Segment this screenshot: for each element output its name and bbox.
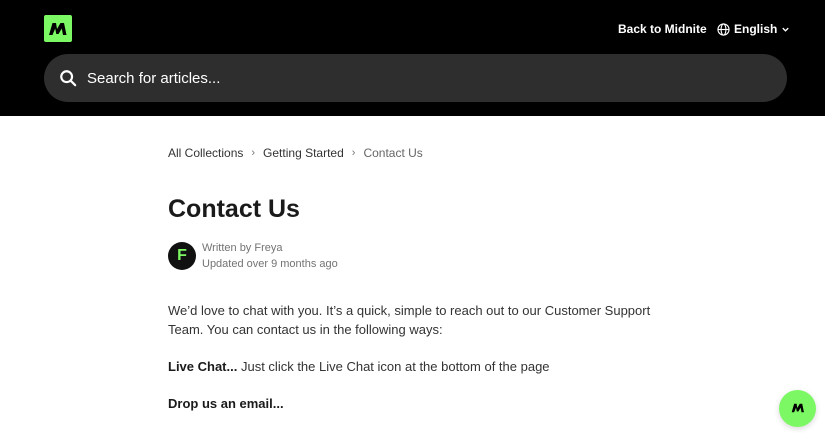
email-label: Drop us an email... xyxy=(168,396,284,411)
chevron-down-icon xyxy=(781,25,790,34)
globe-icon xyxy=(717,22,730,36)
email-paragraph: Drop us an email... xyxy=(168,394,668,413)
avatar: F xyxy=(168,242,196,270)
live-chat-paragraph: Live Chat... Just click the Live Chat ic… xyxy=(168,357,668,376)
intro-paragraph: We’d love to chat with you. It’s a quick… xyxy=(168,303,651,337)
language-selector[interactable]: English xyxy=(717,21,790,37)
live-chat-label: Live Chat... xyxy=(168,359,238,374)
breadcrumb-all-collections[interactable]: All Collections xyxy=(168,146,243,160)
breadcrumb-getting-started[interactable]: Getting Started xyxy=(263,146,344,160)
updated-text: Updated over 9 months ago xyxy=(202,258,338,270)
breadcrumb-separator: › xyxy=(351,147,356,159)
written-by-text: Written by Freya xyxy=(202,242,283,254)
article-body: We’d love to chat with you. It’s a quick… xyxy=(168,301,668,431)
site-header: Back to Midnite English xyxy=(0,0,825,116)
live-chat-button[interactable] xyxy=(779,390,816,427)
search-input[interactable] xyxy=(87,69,787,87)
breadcrumb-separator: › xyxy=(251,147,256,159)
breadcrumb-current: Contact Us xyxy=(363,146,423,160)
language-label: English xyxy=(734,22,778,36)
back-to-midnite-link[interactable]: Back to Midnite xyxy=(618,21,707,37)
search-bar[interactable] xyxy=(44,54,787,102)
midnite-chat-icon xyxy=(791,400,805,418)
breadcrumb: All Collections › Getting Started › Cont… xyxy=(168,146,423,160)
search-icon xyxy=(59,68,79,88)
page-title: Contact Us xyxy=(168,195,300,223)
live-chat-text: Just click the Live Chat icon at the bot… xyxy=(237,359,550,374)
author-info: F Written by Freya Updated over 9 months… xyxy=(168,240,338,272)
midnite-logo-icon[interactable] xyxy=(44,15,72,42)
